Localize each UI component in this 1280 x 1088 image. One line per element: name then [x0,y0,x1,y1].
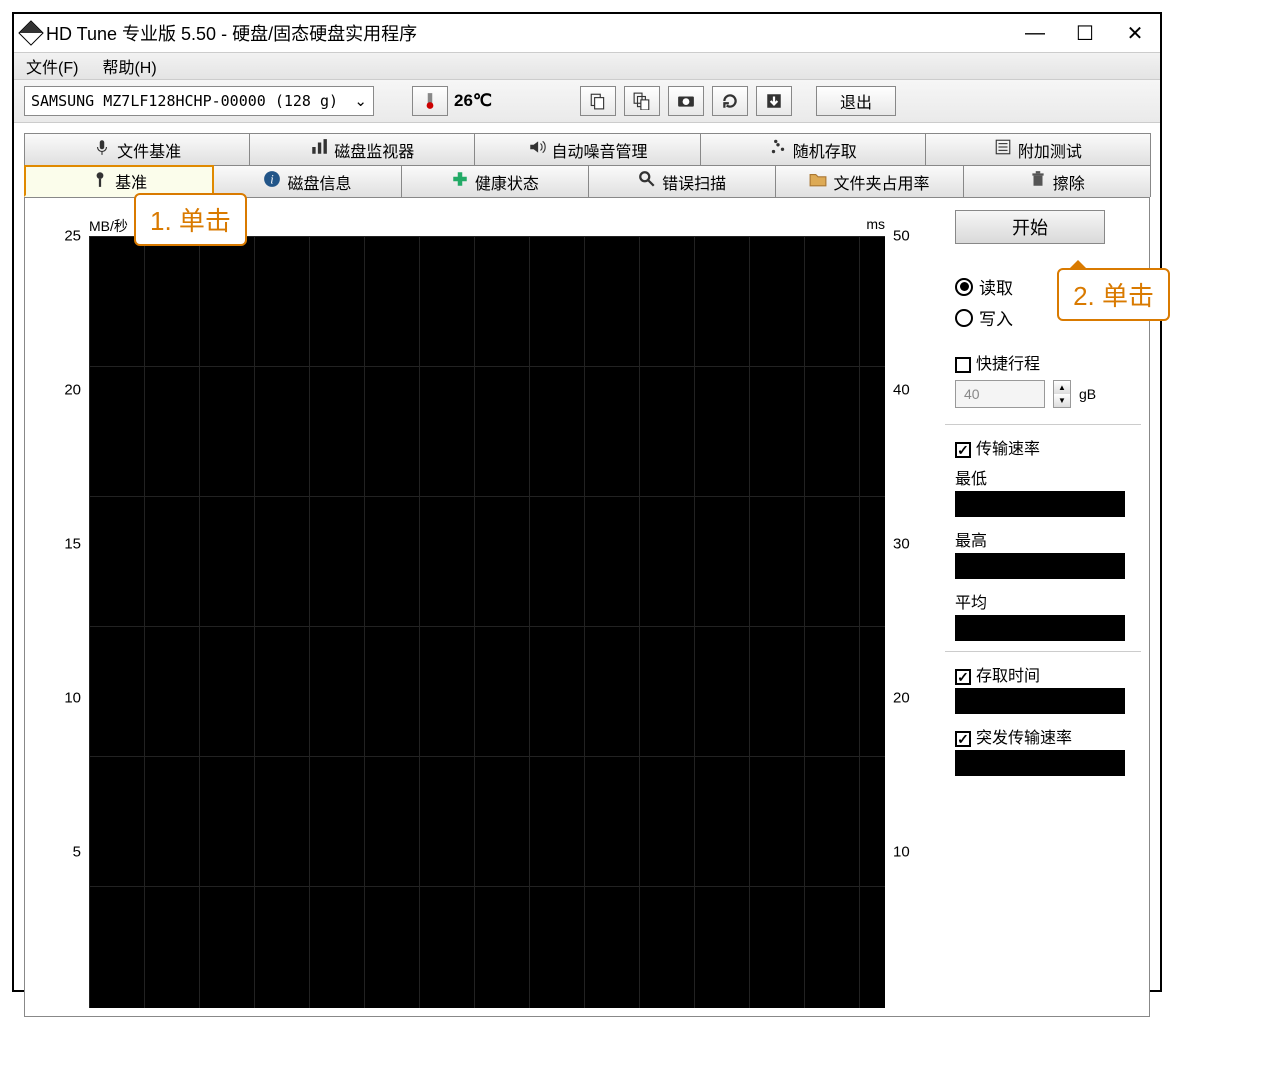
tab-附加测试[interactable]: 附加测试 [925,133,1151,165]
start-button[interactable]: 开始 [955,210,1105,244]
drive-select-value: SAMSUNG MZ7LF128HCHP-00000 (128 g) [31,92,338,110]
main-content: MB/秒 ms 25 20 15 10 5 50 40 30 20 10 开始 读取 写入 快捷… [24,197,1150,1017]
tab-随机存取[interactable]: 随机存取 [700,133,926,165]
yright-tick: 10 [893,844,910,861]
toolbar: SAMSUNG MZ7LF128HCHP-00000 (128 g) ⌄ 26℃… [14,80,1160,123]
label-avg: 平均 [955,589,1141,613]
tab-文件夹占用率[interactable]: 文件夹占用率 [775,165,963,197]
yright-tick: 30 [893,536,910,553]
yleft-unit: MB/秒 [89,216,128,236]
tab-磁盘监视器[interactable]: 磁盘监视器 [249,133,475,165]
trash-icon [1029,170,1047,193]
value-burst-rate [955,750,1125,776]
menu-file[interactable]: 文件(F) [26,54,78,78]
yleft-tick: 15 [64,536,81,553]
short-stroke-unit: gB [1079,386,1096,402]
value-max [955,553,1125,579]
minimize-button[interactable]: — [1010,15,1060,51]
microphone-icon [93,138,111,161]
save-icon[interactable] [756,86,792,116]
titlebar: HD Tune 专业版 5.50 - 硬盘/固态硬盘实用程序 — ☐ ✕ [14,14,1160,52]
speaker-icon [528,138,546,161]
magnifier-icon [638,170,656,193]
tab-错误扫描[interactable]: 错误扫描 [588,165,776,197]
tab-擦除[interactable]: 擦除 [963,165,1151,197]
copy-icon[interactable] [580,86,616,116]
copy-all-icon[interactable] [624,86,660,116]
scatter-icon [769,138,787,161]
tab-健康状态[interactable]: 健康状态 [401,165,589,197]
plus-icon [451,170,469,193]
value-avg [955,615,1125,641]
value-access-time [955,688,1125,714]
checkbox-transfer-rate[interactable] [955,442,971,458]
checkbox-access-time[interactable] [955,669,971,685]
yright-tick: 40 [893,382,910,399]
value-min [955,491,1125,517]
menubar: 文件(F) 帮助(H) [14,52,1160,80]
radio-icon [955,309,973,327]
yright-tick: 20 [893,690,910,707]
short-stroke-spinner[interactable]: ▲▼ [1053,380,1071,408]
app-window: HD Tune 专业版 5.50 - 硬盘/固态硬盘实用程序 — ☐ ✕ 文件(… [12,12,1162,992]
yleft-tick: 25 [64,228,81,245]
chevron-down-icon: ⌄ [354,92,367,110]
temperature-value: 26℃ [454,91,492,111]
checkbox-short-stroke[interactable] [955,357,971,373]
tab-自动噪音管理[interactable]: 自动噪音管理 [474,133,700,165]
refresh-icon[interactable] [712,86,748,116]
checkbox-burst-rate[interactable] [955,731,971,747]
pin-icon [91,170,109,193]
yleft-tick: 10 [64,690,81,707]
benchmark-chart: MB/秒 ms 25 20 15 10 5 50 40 30 20 10 [33,206,941,1008]
folder-icon [809,170,827,193]
exit-button[interactable]: 退出 [816,86,896,116]
short-stroke-value[interactable]: 40 [955,380,1045,408]
camera-icon[interactable] [668,86,704,116]
close-button[interactable]: ✕ [1110,15,1160,51]
radio-icon [955,278,973,296]
list-icon [994,138,1012,161]
yleft-tick: 20 [64,382,81,399]
bar-chart-icon [310,138,328,161]
side-panel: 开始 读取 写入 快捷行程 40 ▲▼ gB 传输速率 最低 最高 平均 [941,206,1141,1008]
label-max: 最高 [955,527,1141,551]
svg-text:i: i [271,173,275,187]
yright-tick: 50 [893,228,910,245]
menu-help[interactable]: 帮助(H) [102,54,156,78]
window-title: HD Tune 专业版 5.50 - 硬盘/固态硬盘实用程序 [46,20,417,46]
label-min: 最低 [955,465,1141,489]
yleft-tick: 5 [73,844,81,861]
maximize-button[interactable]: ☐ [1060,15,1110,51]
info-icon: i [263,170,281,193]
callout-step1: 1. 单击 [134,193,247,246]
tab-文件基准[interactable]: 文件基准 [24,133,250,165]
thermometer-icon [412,86,448,116]
drive-select[interactable]: SAMSUNG MZ7LF128HCHP-00000 (128 g) ⌄ [24,86,374,116]
yright-unit: ms [866,216,885,232]
app-icon [18,20,43,45]
callout-step2: 2. 单击 [1057,268,1170,321]
